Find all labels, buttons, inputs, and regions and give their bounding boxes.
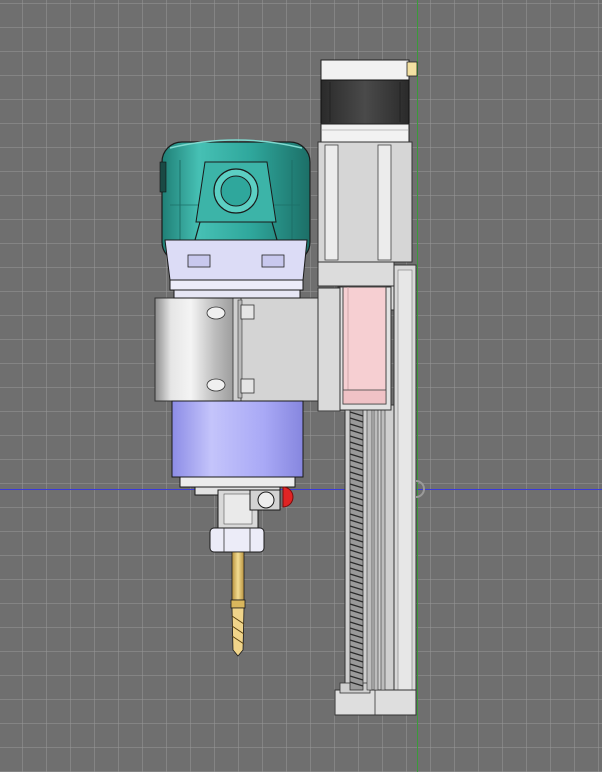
spindle-assembly-model[interactable]	[0, 0, 602, 772]
collet-assembly[interactable]	[209, 489, 281, 553]
origin-marker	[415, 480, 425, 498]
drill-bit	[230, 551, 246, 657]
z-carriage[interactable]	[337, 286, 392, 411]
red-indicator-button[interactable]	[282, 486, 294, 508]
spindle-clamp[interactable]	[154, 297, 255, 402]
upper-guide-block[interactable]	[317, 141, 413, 287]
spindle-body[interactable]	[171, 400, 304, 496]
cad-viewport[interactable]	[0, 0, 602, 772]
motor-end-cap	[164, 239, 308, 299]
stepper-motor[interactable]	[320, 59, 418, 143]
